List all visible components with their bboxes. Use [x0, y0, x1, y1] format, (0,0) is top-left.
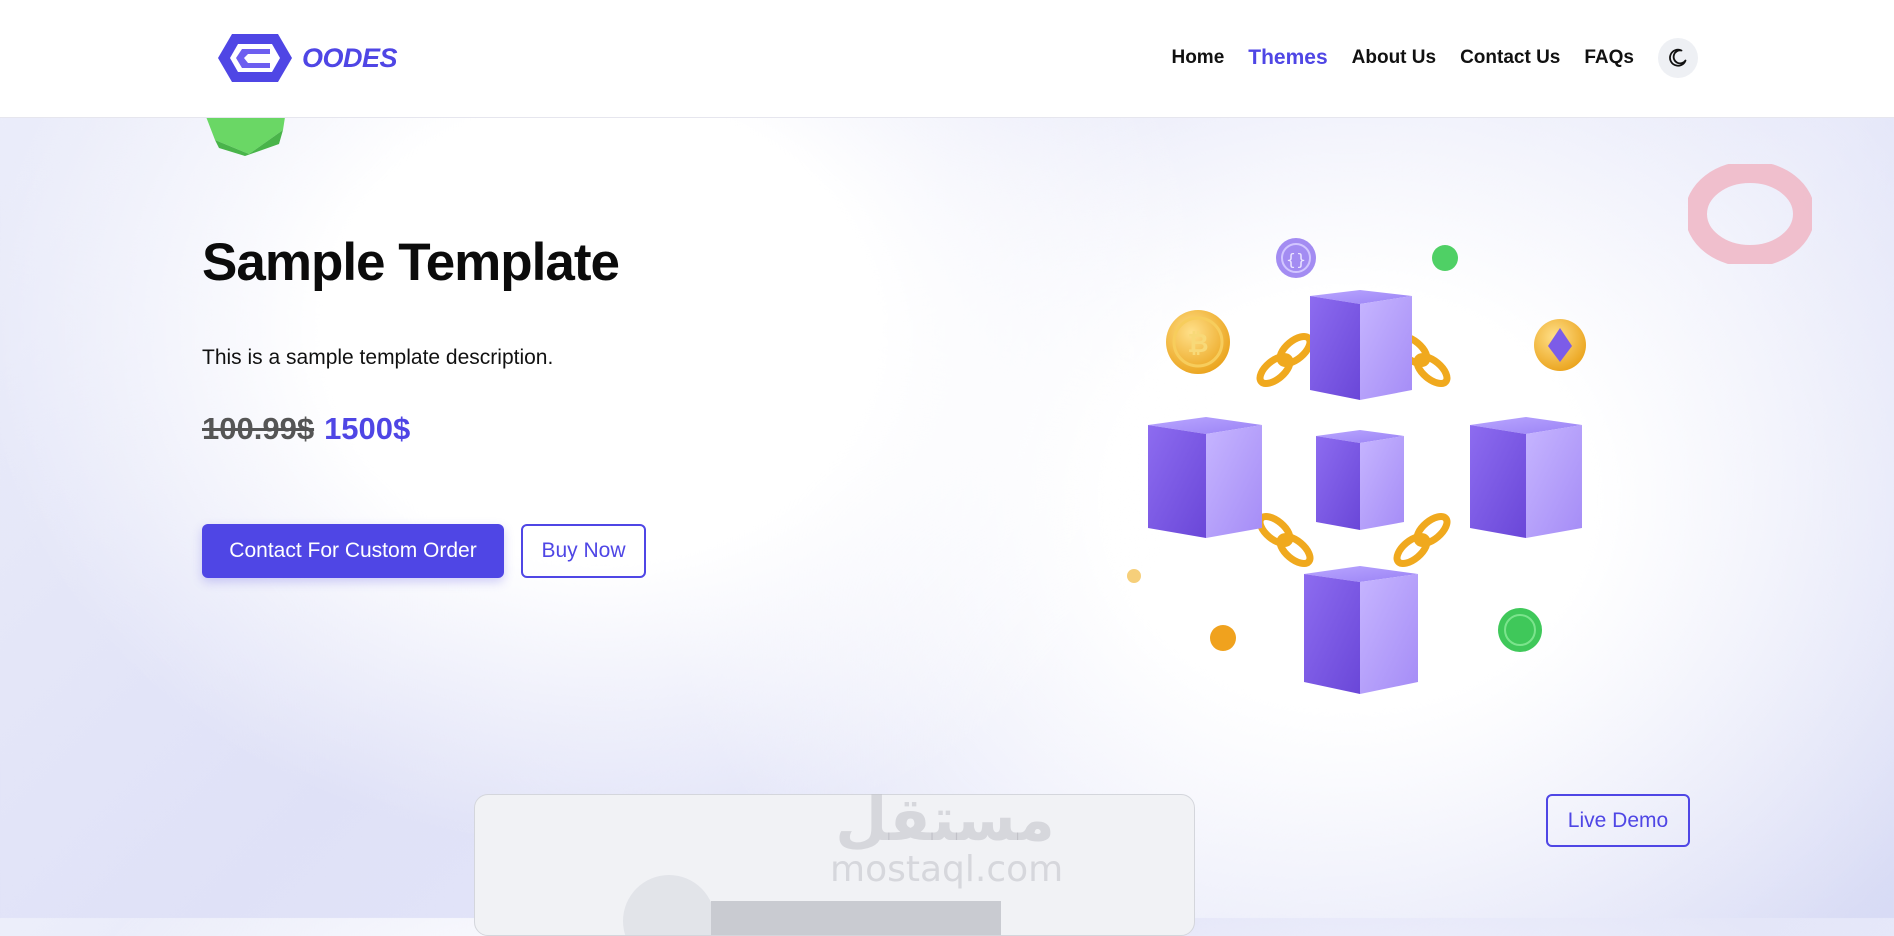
logo-text: OODES	[302, 42, 398, 73]
orange-dot-decoration	[1210, 625, 1236, 651]
cube-left	[1148, 417, 1262, 538]
purple-coin-icon: {}	[1276, 238, 1316, 278]
cube-top	[1310, 290, 1412, 400]
pink-torus-decoration	[1688, 164, 1812, 264]
logo-icon	[218, 34, 292, 82]
green-dot-decoration	[1432, 245, 1458, 271]
preview-avatar-placeholder	[623, 875, 715, 935]
green-coin-icon	[1498, 608, 1542, 652]
nav-about-us[interactable]: About Us	[1352, 47, 1436, 69]
watermark-arabic: مستقل	[835, 785, 1055, 855]
theme-toggle-button[interactable]	[1658, 38, 1698, 78]
buy-now-button[interactable]: Buy Now	[521, 524, 646, 578]
watermark-url: mostaql.com	[830, 849, 1064, 890]
blockchain-illustration: ₿ {}	[1127, 238, 1586, 694]
cube-right	[1470, 417, 1582, 538]
svg-text:{}: {}	[1286, 250, 1306, 269]
site-header: OODES Home Themes About Us Contact Us FA…	[0, 0, 1894, 118]
watermark: مستقل mostaql.com	[830, 785, 1064, 890]
nav-faqs[interactable]: FAQs	[1584, 47, 1634, 69]
small-dot-decoration	[1127, 569, 1141, 583]
svg-text:₿: ₿	[1187, 329, 1208, 359]
nav-themes[interactable]: Themes	[1248, 46, 1327, 70]
hero-description: This is a sample template description.	[202, 346, 554, 369]
main-nav: Home Themes About Us Contact Us FAQs	[1147, 38, 1698, 78]
new-price: 1500$	[324, 411, 411, 446]
contact-custom-order-button[interactable]: Contact For Custom Order	[202, 524, 504, 578]
moon-icon	[1669, 48, 1687, 67]
ethereum-coin-icon	[1534, 319, 1586, 371]
cube-bottom	[1304, 566, 1418, 694]
nav-home[interactable]: Home	[1171, 47, 1224, 69]
preview-bar-placeholder	[711, 901, 1001, 935]
live-demo-button[interactable]: Live Demo	[1546, 794, 1690, 847]
old-price: 100.99$	[202, 411, 315, 446]
nav-contact-us[interactable]: Contact Us	[1460, 47, 1560, 69]
bitcoin-coin-icon: ₿	[1166, 310, 1230, 374]
cube-center	[1316, 430, 1404, 530]
logo[interactable]: OODES	[218, 30, 398, 86]
hero-title: Sample Template	[202, 233, 620, 292]
price-block: 100.99$ 1500$	[202, 411, 410, 447]
